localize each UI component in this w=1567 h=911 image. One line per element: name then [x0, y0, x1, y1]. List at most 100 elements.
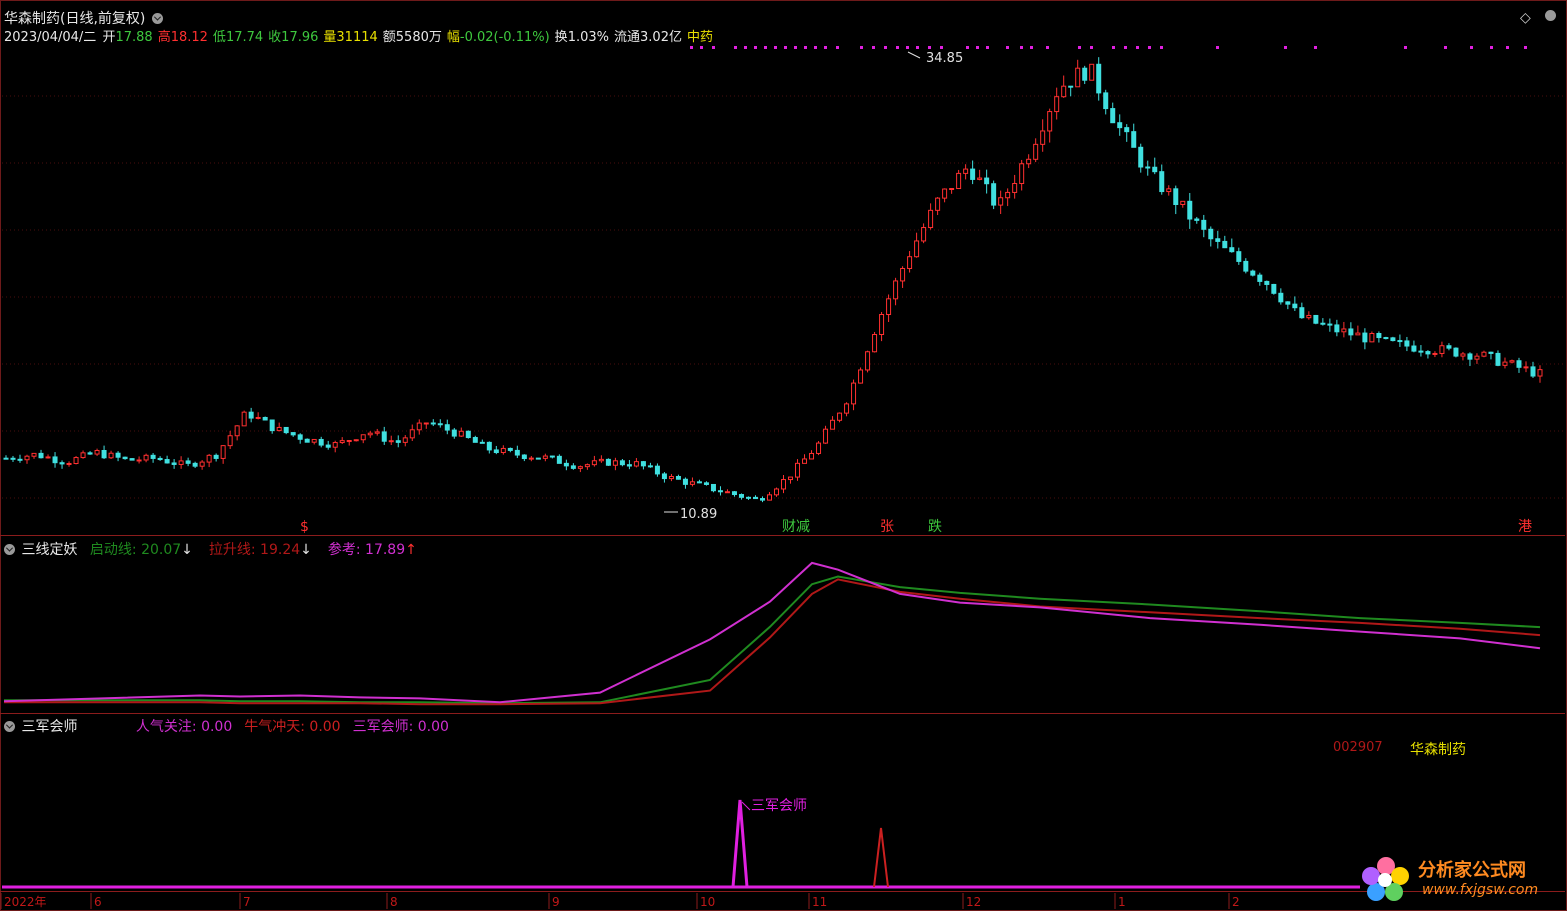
- signal-dot: [1470, 46, 1473, 49]
- candle-body: [745, 496, 751, 499]
- candle-body: [472, 437, 478, 443]
- candle-body: [507, 447, 513, 451]
- candle-body: [1103, 92, 1109, 110]
- candle-body: [1488, 351, 1494, 354]
- candle-body: [514, 449, 520, 456]
- candle-body: [248, 411, 254, 419]
- candle-body: [1425, 351, 1431, 355]
- signal-dot: [1006, 46, 1009, 49]
- signal-dot: [836, 46, 839, 49]
- signal-dot: [774, 46, 777, 49]
- candle-body: [865, 351, 871, 371]
- candle-body: [1054, 96, 1060, 113]
- signal-label: $: [300, 519, 309, 535]
- candle-body: [774, 488, 780, 496]
- signal-dot: [1444, 46, 1447, 49]
- candle-body: [479, 441, 485, 444]
- candle-body: [101, 449, 107, 459]
- candle-body: [759, 498, 765, 501]
- candle-body: [900, 268, 906, 282]
- candle-body: [1362, 332, 1368, 343]
- candle-body: [1348, 328, 1354, 336]
- signal-dot: [764, 46, 767, 49]
- candle-body: [1215, 238, 1221, 242]
- candle-body: [1292, 303, 1298, 309]
- candle-body: [1418, 350, 1424, 353]
- candle-body: [640, 461, 646, 467]
- candle-body: [984, 177, 990, 185]
- candle-body: [66, 463, 72, 466]
- line-拉升线: [4, 578, 1541, 706]
- candle-body: [802, 458, 808, 464]
- sanjun-pointer: [741, 801, 751, 811]
- candle-body: [1236, 251, 1242, 262]
- candle-body: [500, 447, 506, 454]
- signal-label: 跌: [928, 519, 942, 535]
- candle-body: [556, 455, 562, 464]
- candle-body: [94, 449, 100, 455]
- candle-body: [1439, 345, 1445, 354]
- candle-body: [185, 460, 191, 464]
- candle-body: [795, 462, 801, 478]
- candle-body: [353, 439, 359, 442]
- signal-dot: [1090, 46, 1093, 49]
- candle-body: [269, 419, 275, 432]
- candle-body: [1131, 131, 1137, 148]
- candle-body: [283, 426, 289, 434]
- candle-body: [395, 440, 401, 443]
- candle-body: [1502, 361, 1508, 366]
- candle-body: [325, 444, 331, 448]
- niuqi-spike: [873, 827, 889, 888]
- signal-label: 张: [880, 519, 894, 535]
- signal-dot: [1124, 46, 1127, 49]
- signal-dot: [986, 46, 989, 49]
- candle-body: [1460, 353, 1466, 357]
- candle-body: [360, 434, 366, 441]
- candle-body: [458, 430, 464, 437]
- candle-body: [654, 465, 660, 475]
- candle-body: [206, 454, 212, 463]
- signal-dot: [1030, 46, 1033, 49]
- candle-body: [1397, 340, 1403, 343]
- candle-body: [626, 464, 632, 467]
- candle-body: [584, 464, 590, 468]
- candle-body: [738, 494, 744, 498]
- signal-dot: [712, 46, 715, 49]
- signal-dot: [700, 46, 703, 49]
- candle-body: [879, 314, 885, 336]
- candle-body: [1495, 352, 1501, 366]
- signal-dot: [916, 46, 919, 49]
- candle-body: [830, 419, 836, 430]
- candle-body: [668, 476, 674, 480]
- watermark: 分析家公式网 www.fxjgsw.com: [1360, 852, 1560, 904]
- candle-body: [192, 462, 198, 467]
- spike-label: 三军会师: [751, 798, 807, 814]
- candle-body: [1152, 166, 1158, 173]
- candle-body: [164, 459, 170, 464]
- signal-dot: [754, 46, 757, 49]
- candle-body: [1138, 146, 1144, 168]
- candle-body: [1383, 337, 1389, 340]
- candle-body: [1530, 366, 1536, 377]
- candle-body: [1159, 171, 1165, 193]
- candle-body: [1411, 345, 1417, 352]
- candle-body: [731, 491, 737, 496]
- candle-body: [823, 428, 829, 444]
- candle-body: [1516, 360, 1522, 368]
- candle-body: [297, 434, 303, 440]
- candle-body: [430, 422, 436, 425]
- candle-body: [1229, 247, 1235, 253]
- candle-body: [24, 455, 30, 461]
- candle-body: [563, 462, 569, 467]
- candle-body: [465, 430, 471, 439]
- candle-body: [1040, 130, 1046, 145]
- candle-body: [970, 168, 976, 180]
- candle-body: [1061, 85, 1067, 98]
- candle-body: [143, 454, 149, 461]
- signal-dot: [1524, 46, 1527, 49]
- candle-body: [1012, 183, 1018, 193]
- signal-dot: [1148, 46, 1151, 49]
- candle-body: [1481, 351, 1487, 357]
- candle-body: [1208, 228, 1214, 240]
- candle-body: [1250, 270, 1256, 276]
